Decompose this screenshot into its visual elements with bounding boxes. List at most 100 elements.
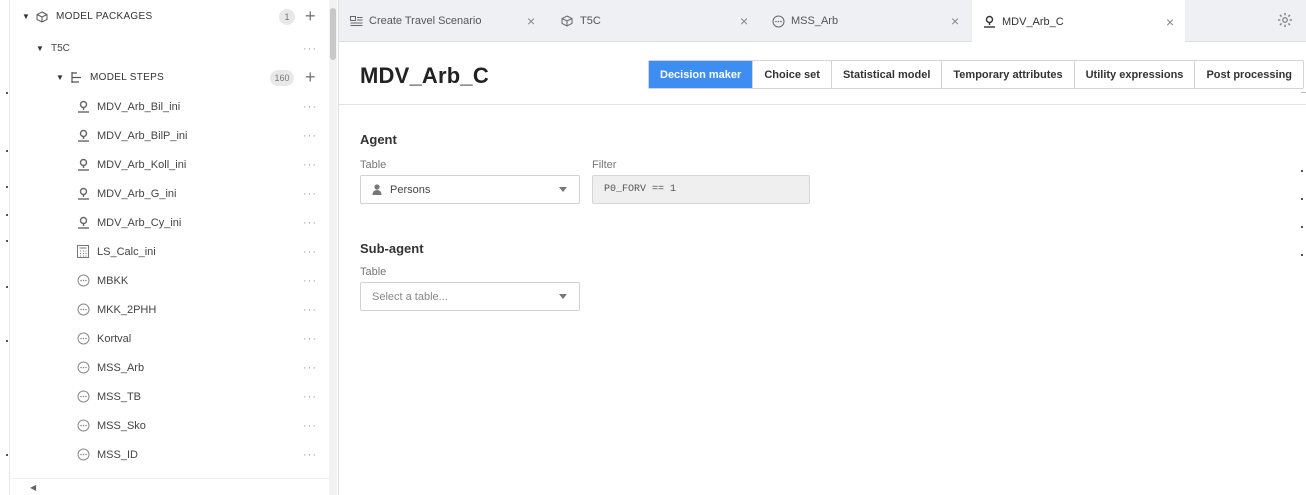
scrollbar-thumb[interactable]	[330, 8, 336, 60]
count-badge: 160	[270, 69, 294, 86]
circle-dots-icon	[76, 274, 90, 288]
circle-dots-icon	[76, 390, 90, 404]
more-options-button[interactable]: ···	[303, 391, 317, 403]
tree-node-model-packages[interactable]: ▼ MODEL PACKAGES 1 +	[11, 2, 329, 31]
selected-value: Persons	[390, 183, 431, 196]
package-icon	[35, 10, 49, 24]
tab-t5c[interactable]: T5C ×	[550, 0, 760, 42]
tree-node-model-steps[interactable]: ▼ MODEL STEPS 160 +	[11, 63, 329, 92]
chevron-down-icon	[559, 294, 567, 299]
more-options-button[interactable]: ···	[303, 188, 317, 200]
more-options-button[interactable]: ···	[303, 130, 317, 142]
tree-item[interactable]: MSS_ID ···	[11, 440, 329, 469]
edge-mark	[1301, 226, 1303, 228]
edge-line	[1301, 92, 1306, 93]
tab-mdv-arb-c[interactable]: MDV_Arb_C ×	[972, 0, 1185, 43]
edge-mark	[6, 92, 8, 94]
step-choice-set[interactable]: Choice set	[752, 61, 831, 88]
tree-item-label: MSS_Arb	[97, 361, 145, 374]
step-decision-maker[interactable]: Decision maker	[649, 61, 753, 88]
edge-mark	[6, 150, 8, 152]
chevron-down-icon	[559, 187, 567, 192]
more-options-button[interactable]: ···	[303, 275, 317, 287]
tree-item[interactable]: MDV_Arb_Koll_ini ···	[11, 150, 329, 179]
caret-down-icon[interactable]: ▼	[35, 44, 45, 53]
tree-item[interactable]: MDV_Arb_G_ini ···	[11, 179, 329, 208]
close-icon[interactable]: ×	[527, 13, 535, 29]
tree-item[interactable]: MDV_Arb_Bil_ini ···	[11, 92, 329, 121]
close-icon[interactable]: ×	[1166, 14, 1174, 30]
location-person-icon	[982, 15, 996, 29]
main-panel: Create Travel Scenario × T5C × MSS_Arb ×	[338, 0, 1306, 495]
tree-item[interactable]: LS_Calc_ini ···	[11, 237, 329, 266]
location-person-icon	[76, 100, 90, 114]
gear-icon[interactable]	[1277, 12, 1293, 28]
caret-down-icon[interactable]: ▼	[55, 73, 65, 82]
tree-item-label: LS_Calc_ini	[97, 245, 156, 258]
horizontal-scrollbar[interactable]	[11, 478, 329, 495]
more-options-button[interactable]: ···	[303, 304, 317, 316]
tree-item-label: MBKK	[97, 274, 129, 287]
tree-item-label: MDV_Arb_Bil_ini	[97, 100, 181, 113]
step-utility-expressions[interactable]: Utility expressions	[1073, 61, 1195, 88]
tree-item-label: MDV_Arb_BilP_ini	[97, 129, 188, 142]
tree-item-label: MDV_Arb_Cy_ini	[97, 216, 182, 229]
close-icon[interactable]: ×	[740, 13, 748, 29]
add-step-button[interactable]: +	[305, 68, 316, 86]
more-options-button[interactable]: ···	[303, 333, 317, 345]
edge-mark	[6, 186, 8, 188]
tree-item[interactable]: MSS_TB ···	[11, 382, 329, 411]
edge-mark	[1301, 198, 1303, 200]
steps-list-icon	[69, 71, 83, 85]
circle-dots-icon	[76, 419, 90, 433]
step-statistical-model[interactable]: Statistical model	[830, 61, 941, 88]
page-title: MDV_Arb_C	[360, 63, 489, 88]
filter-field[interactable]: P0_FORV == 1	[592, 175, 810, 204]
tree-node-project[interactable]: ▼ T5C ···	[11, 34, 329, 63]
scroll-left-icon[interactable]: ◀	[30, 483, 36, 492]
tab-create-travel-scenario[interactable]: Create Travel Scenario ×	[339, 0, 549, 42]
edge-mark	[6, 286, 8, 288]
tree-item[interactable]: MDV_Arb_Cy_ini ···	[11, 208, 329, 237]
more-options-button[interactable]: ···	[303, 159, 317, 171]
circle-dots-icon	[76, 361, 90, 375]
more-options-button[interactable]: ···	[303, 246, 317, 258]
sidebar-scrollbar[interactable]	[329, 0, 337, 495]
tree-item[interactable]: MSS_Arb ···	[11, 353, 329, 382]
tree-item[interactable]: MBKK ···	[11, 266, 329, 295]
step-temporary-attributes[interactable]: Temporary attributes	[941, 61, 1073, 88]
tree-item[interactable]: MKK_2PHH ···	[11, 295, 329, 324]
tree-item[interactable]: Kortval ···	[11, 324, 329, 353]
tab-mss-arb[interactable]: MSS_Arb ×	[761, 0, 971, 42]
tree-node-label: MODEL STEPS	[90, 72, 165, 83]
agent-table-select[interactable]: Persons	[360, 175, 580, 204]
location-person-icon	[76, 216, 90, 230]
tree-item-label: MKK_2PHH	[97, 303, 157, 316]
more-options-button[interactable]: ···	[303, 43, 317, 55]
circle-dots-icon	[76, 332, 90, 346]
tree-item[interactable]: MDV_Arb_BilP_ini ···	[11, 121, 329, 150]
sub-agent-table-select[interactable]: Select a table...	[360, 282, 580, 311]
more-options-button[interactable]: ···	[303, 362, 317, 374]
more-options-button[interactable]: ···	[303, 217, 317, 229]
tab-label: T5C	[580, 15, 601, 27]
edge-mark	[6, 214, 8, 216]
edge-mark	[1301, 170, 1303, 172]
add-package-button[interactable]: +	[305, 7, 316, 25]
step-post-processing[interactable]: Post processing	[1194, 61, 1303, 88]
header-divider	[339, 104, 1306, 105]
tab-label: MDV_Arb_C	[1002, 15, 1064, 28]
more-options-button[interactable]: ···	[303, 101, 317, 113]
tree-item[interactable]: MSS_Sko ···	[11, 411, 329, 440]
caret-down-icon[interactable]: ▼	[21, 12, 31, 21]
sub-agent-table-label: Table	[360, 266, 387, 278]
more-options-button[interactable]: ···	[303, 420, 317, 432]
left-edge-strip	[0, 0, 10, 495]
close-icon[interactable]: ×	[951, 13, 959, 29]
more-options-button[interactable]: ···	[303, 449, 317, 461]
sub-agent-heading: Sub-agent	[360, 241, 424, 256]
tree-item-label: MDV_Arb_G_ini	[97, 187, 177, 200]
scenario-icon	[349, 14, 363, 28]
person-icon	[372, 184, 382, 195]
tree-item-label: MSS_TB	[97, 390, 142, 403]
